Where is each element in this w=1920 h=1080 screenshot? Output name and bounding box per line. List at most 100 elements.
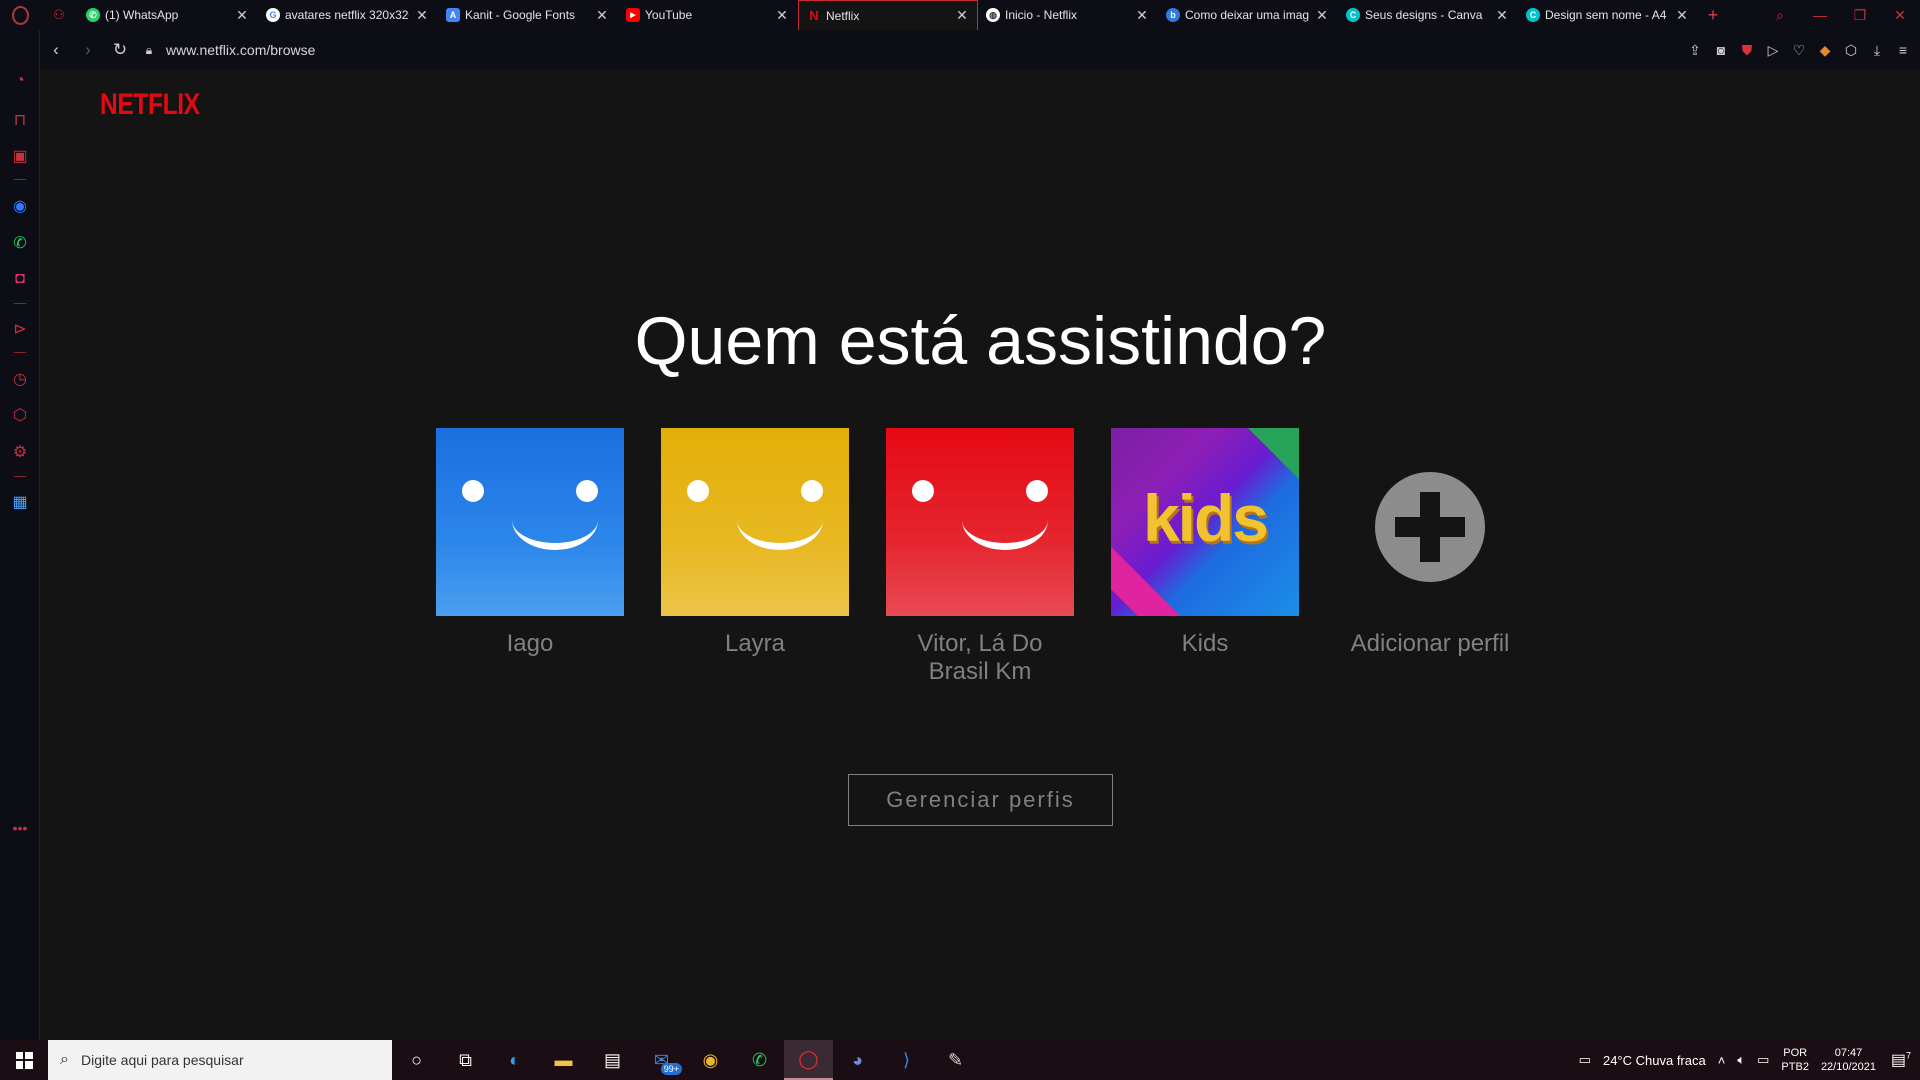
manage-profiles-button[interactable]: Gerenciar perfis (848, 774, 1113, 826)
profile-name: Layra (724, 630, 786, 657)
search-tabs-icon[interactable]: ⌕ (1760, 7, 1800, 24)
send-icon[interactable]: ▷ (1760, 42, 1786, 59)
keyboard-layout: PTB2 (1781, 1061, 1809, 1073)
translator-icon[interactable]: ▦ (0, 492, 40, 512)
back-icon[interactable]: ‹ (40, 40, 72, 60)
opera-menu-icon[interactable] (0, 0, 40, 30)
tab-youtube[interactable]: ▶ YouTube ✕ (618, 0, 798, 30)
start-button[interactable] (0, 1040, 48, 1080)
new-tab-button[interactable]: + (1698, 0, 1728, 30)
add-profile-button[interactable] (1336, 428, 1524, 616)
language-code: POR (1783, 1047, 1808, 1059)
instagram-icon[interactable]: ◘ (0, 270, 40, 288)
shopping-bag-icon[interactable]: ⊓ (0, 110, 40, 130)
tab-label: Kanit - Google Fonts (465, 8, 576, 22)
tab-label: Como deixar uma imag (1185, 8, 1309, 22)
paint-icon[interactable]: ✎ (931, 1040, 980, 1080)
restore-icon[interactable]: ❐ (1840, 7, 1880, 24)
opera-app-icon[interactable]: ◯ (784, 1040, 833, 1080)
plus-icon (1375, 472, 1485, 582)
add-profile[interactable]: Adicionar perfil (1336, 428, 1524, 658)
profile-vitor[interactable]: Vitor, Lá Do Brasil Km (886, 428, 1074, 686)
netflix-logo[interactable]: NETFLIX (100, 88, 200, 122)
task-view-icon[interactable]: ⧉ (441, 1040, 490, 1080)
share-icon[interactable]: ⇪ (1682, 42, 1708, 59)
profile-iago[interactable]: Iago (436, 428, 624, 658)
vscode-icon[interactable]: ⟩ (882, 1040, 931, 1080)
forward-icon[interactable]: › (72, 40, 104, 60)
profile-name: Kids (1181, 630, 1229, 657)
volume-icon[interactable]: 🔈︎ (1731, 1052, 1751, 1068)
input-language[interactable]: POR PTB2 (1775, 1046, 1815, 1074)
extensions-icon[interactable]: ⬡ (0, 405, 40, 425)
network-icon[interactable]: ▭ (1751, 1052, 1775, 1068)
taskbar-search-input[interactable]: ⌕ Digite aqui para pesquisar (48, 1040, 392, 1080)
settings-icon[interactable]: ⚙ (0, 442, 40, 462)
whatsapp-icon[interactable]: ✆ (0, 233, 40, 253)
tab-como-deixar[interactable]: b Como deixar uma imag ✕ (1158, 0, 1338, 30)
chrome-icon[interactable]: ◉ (686, 1040, 735, 1080)
download-icon[interactable]: ⤓ (1864, 42, 1890, 59)
globe-favicon-icon: ◍ (986, 8, 1000, 22)
adblock-shield-icon[interactable]: ⛊ (1734, 42, 1760, 59)
show-hidden-icons-icon[interactable]: ˄ (1712, 1053, 1732, 1068)
weather-text[interactable]: 24°C Chuva fraca (1597, 1053, 1712, 1068)
tab-canva-design-a4[interactable]: C Design sem nome - A4 ✕ (1518, 0, 1698, 30)
discord-icon[interactable]: ◕ (833, 1040, 882, 1080)
tab-netflix[interactable]: N Netflix ✕ (798, 0, 978, 30)
close-window-icon[interactable]: ✕ (1880, 7, 1920, 24)
messenger-icon[interactable]: ◉ (0, 196, 40, 216)
tab-label: YouTube (645, 8, 693, 22)
history-icon[interactable]: ◷ (0, 369, 40, 389)
url-field[interactable]: www.netflix.com/browse (166, 42, 315, 58)
edge-icon[interactable]: ◐ (490, 1040, 539, 1080)
clock-date: 22/10/2021 (1820, 1061, 1876, 1073)
sidebar-divider (14, 352, 26, 353)
close-tab-icon[interactable]: ✕ (955, 7, 969, 24)
mail-icon[interactable]: ✉ 99+ (637, 1040, 686, 1080)
tab-canva-designs[interactable]: C Seus designs - Canva ✕ (1338, 0, 1518, 30)
close-tab-icon[interactable]: ✕ (415, 7, 429, 24)
whatsapp-app-icon[interactable]: ✆ (735, 1040, 784, 1080)
sidebar-divider (14, 303, 26, 304)
extensions-cube-icon[interactable]: ⬡ (1838, 42, 1864, 59)
speed-dial-icon[interactable]: ◔ (0, 72, 40, 90)
lock-icon[interactable]: 🔒︎ (136, 43, 162, 58)
twitch-icon[interactable]: ▣ (0, 146, 40, 166)
player-icon[interactable]: ⊳ (0, 319, 40, 339)
close-tab-icon[interactable]: ✕ (775, 7, 789, 24)
cortana-icon[interactable]: ○ (392, 1040, 441, 1080)
windows-taskbar: ⌕ Digite aqui para pesquisar ○ ⧉ ◐ ▬ ▤ ✉… (0, 1040, 1920, 1080)
smiley-avatar-red-icon[interactable] (886, 428, 1074, 616)
snapshot-icon[interactable]: ◙ (1708, 42, 1734, 58)
close-tab-icon[interactable]: ✕ (1675, 7, 1689, 24)
clock[interactable]: 07:47 22/10/2021 (1815, 1046, 1882, 1074)
minimize-icon[interactable]: — (1800, 7, 1840, 23)
tab-avatares[interactable]: G avatares netflix 320x320 ✕ (258, 0, 438, 30)
tab-google-fonts[interactable]: A Kanit - Google Fonts ✕ (438, 0, 618, 30)
tab-inicio-netflix[interactable]: ◍ Inicio - Netflix ✕ (978, 0, 1158, 30)
metamask-extension-icon[interactable]: ◆ (1812, 42, 1838, 59)
close-tab-icon[interactable]: ✕ (595, 7, 609, 24)
profile-layra[interactable]: Layra (661, 428, 849, 658)
weather-icon[interactable]: ▭ (1573, 1052, 1597, 1068)
microsoft-store-icon[interactable]: ▤ (588, 1040, 637, 1080)
close-tab-icon[interactable]: ✕ (235, 7, 249, 24)
reload-icon[interactable]: ↻ (104, 40, 136, 60)
smiley-avatar-blue-icon[interactable] (436, 428, 624, 616)
close-tab-icon[interactable]: ✕ (1135, 7, 1149, 24)
profile-kids[interactable]: kids Kids (1111, 428, 1299, 658)
kids-avatar-icon[interactable]: kids (1111, 428, 1299, 616)
bookmark-heart-icon[interactable]: ♡ (1786, 42, 1812, 59)
close-tab-icon[interactable]: ✕ (1495, 7, 1509, 24)
file-explorer-icon[interactable]: ▬ (539, 1040, 588, 1080)
gamepad-icon[interactable]: ⚇ (40, 0, 78, 30)
close-tab-icon[interactable]: ✕ (1315, 7, 1329, 24)
notification-count: 7 (1906, 1050, 1912, 1061)
tab-whatsapp[interactable]: ✆ (1) WhatsApp ✕ (78, 0, 258, 30)
easy-setup-menu-icon[interactable]: ≡ (1890, 42, 1916, 58)
more-icon[interactable]: ••• (0, 820, 40, 836)
opera-sidebar: ◔ ⊓ ▣ ◉ ✆ ◘ ⊳ ◷ ⬡ ⚙ ▦ ••• (0, 30, 40, 1040)
action-center-icon[interactable]: ▤7 (1882, 1050, 1920, 1070)
smiley-avatar-yellow-icon[interactable] (661, 428, 849, 616)
